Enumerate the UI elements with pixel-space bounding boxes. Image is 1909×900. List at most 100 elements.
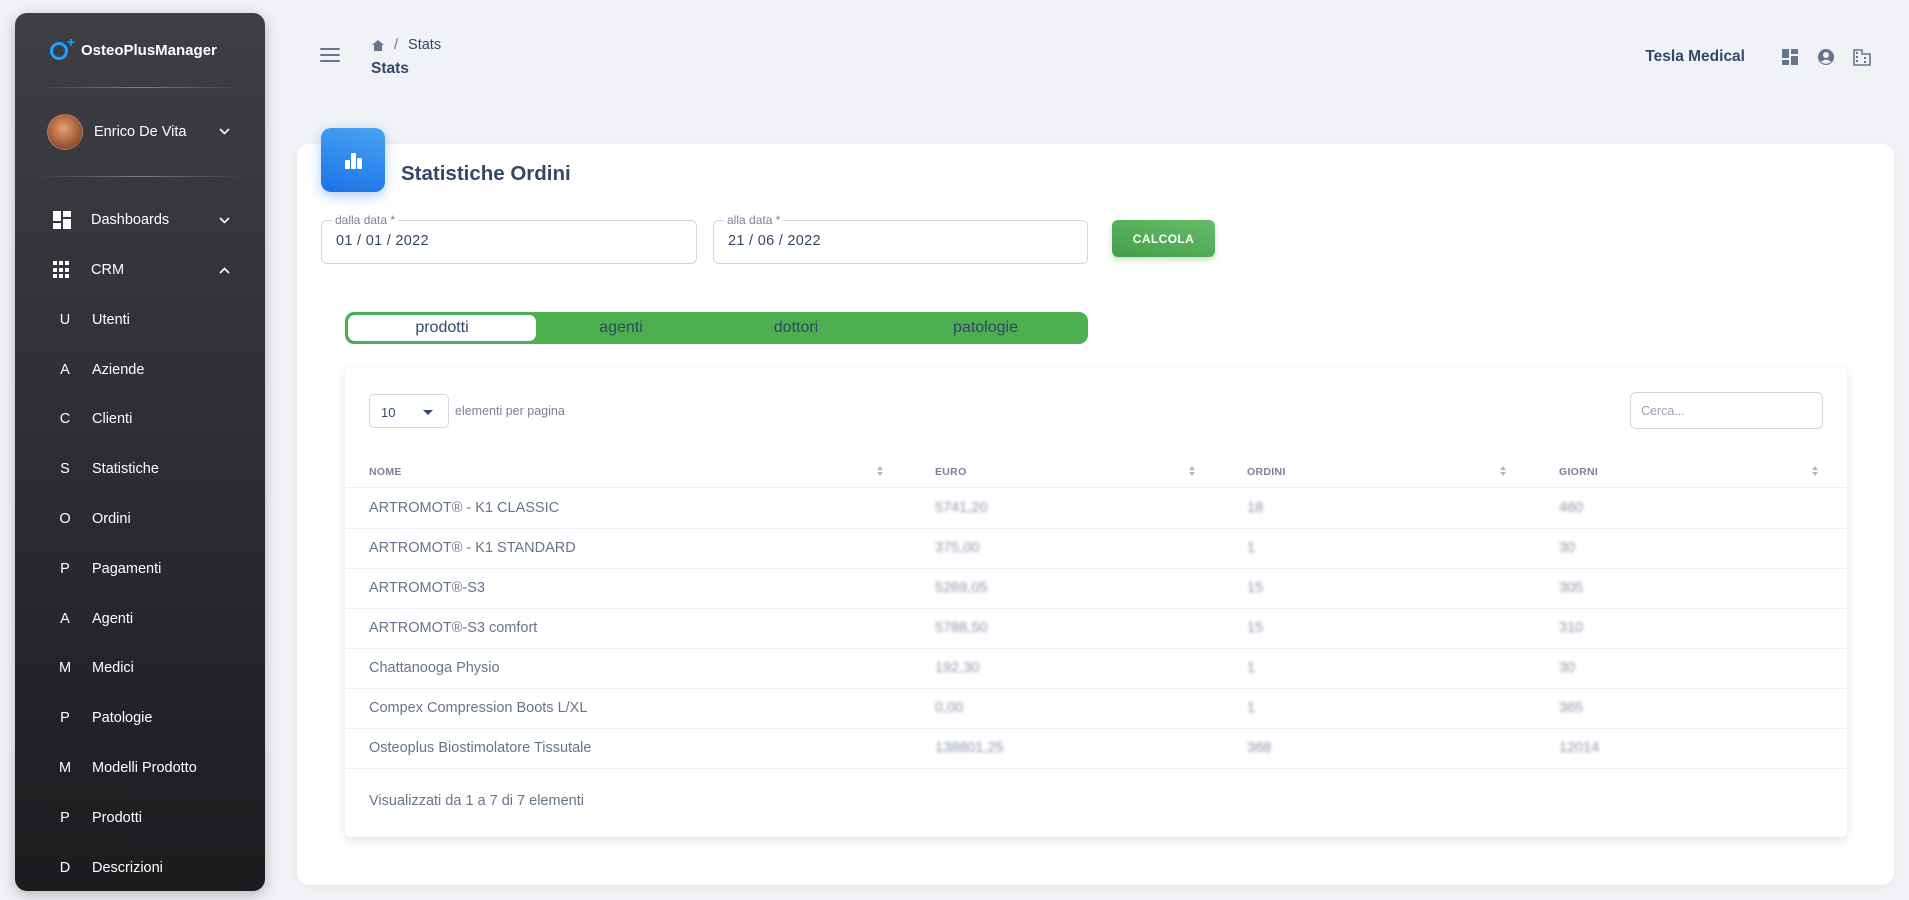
table-row[interactable]: ARTROMOT®-S3 comfort 5788,50 15 310 [345,609,1847,649]
table-row[interactable]: Osteoplus Biostimolatore Tissutale 138801… [345,729,1847,769]
sidebar-item-aziende[interactable]: A Aziende [15,345,265,395]
chevron-down-icon [219,126,230,138]
company-name: Tesla Medical [1645,48,1745,65]
sort-icon[interactable] [1811,466,1819,476]
sidebar-item-pagamenti[interactable]: P Pagamenti [15,544,265,594]
cell-euro: 5788,50 [935,620,988,636]
brand-logo-icon: + [49,34,75,62]
cell-nome: Osteoplus Biostimolatore Tissutale [369,740,592,756]
table-row[interactable]: ARTROMOT®-S3 5269,05 15 305 [345,569,1847,609]
sidebar-item-medici[interactable]: M Medici [15,644,265,694]
nav-dashboards[interactable]: Dashboards [15,195,265,245]
table-row[interactable]: Compex Compression Boots L/XL 0,00 1 365 [345,689,1847,729]
sort-icon[interactable] [876,466,884,476]
page-title: Stats [371,60,409,77]
cell-ordini: 1 [1247,540,1256,556]
column-header-giorni[interactable]: GIORNI [1559,466,1598,478]
cell-ordini: 368 [1247,740,1272,756]
sidebar-item-label: Pagamenti [92,560,162,577]
cell-giorni: 12014 [1559,740,1600,756]
sidebar-item-utenti[interactable]: U Utenti [15,295,265,345]
per-page-select[interactable]: 10 [369,394,449,428]
per-page-label: elementi per pagina [455,404,565,418]
cell-ordini: 1 [1247,660,1256,676]
account-circle-icon[interactable] [1817,48,1835,66]
sidebar-item-label: Ordini [92,511,131,528]
to-date-value: 21 / 06 / 2022 [728,233,821,249]
sidebar-item-letter: C [59,411,71,428]
cell-nome: ARTROMOT®-S3 comfort [369,620,538,636]
cell-giorni: 365 [1559,700,1584,716]
sidebar-item-label: Aziende [92,361,145,378]
sidebar-item-prodotti[interactable]: P Prodotti [15,793,265,843]
to-date-label: alla data * [724,213,784,227]
sidebar-item-label: Clienti [92,411,133,428]
nav-crm[interactable]: CRM [15,245,265,295]
from-date-field[interactable]: dalla data * 01 / 01 / 2022 [321,213,697,264]
sidebar-item-letter: O [59,511,71,528]
cell-giorni: 310 [1559,620,1584,636]
sidebar-item-letter: A [60,361,70,378]
search-input[interactable] [1630,392,1823,429]
sidebar-item-letter: P [60,560,70,577]
user-menu[interactable]: Enrico De Vita [15,88,265,176]
sidebar-item-letter: D [59,859,71,876]
sidebar-item-ordini[interactable]: O Ordini [15,494,265,544]
table-row[interactable]: ARTROMOT® - K1 CLASSIC 5741,20 18 460 [345,489,1847,529]
tab-dottori[interactable]: dottori [706,315,886,341]
column-header-nome[interactable]: NOME [369,466,402,478]
data-table-card: 10 elementi per pagina NOME EURO ORDINI … [345,368,1847,837]
sort-icon[interactable] [1188,466,1196,476]
cell-euro: 5741,20 [935,500,988,516]
cell-euro: 5269,05 [935,580,988,596]
cell-euro: 192,30 [935,660,980,676]
home-icon[interactable] [372,39,384,51]
top-right-actions: Tesla Medical [1645,48,1871,66]
brand[interactable]: + OsteoPlusManager [15,13,265,87]
cell-giorni: 30 [1559,540,1576,556]
cell-nome: ARTROMOT®-S3 [369,580,485,596]
sidebar-item-label: Utenti [92,311,130,328]
nav-label: Dashboards [91,212,170,228]
sidebar-item-descrizioni[interactable]: D Descrizioni [15,843,265,891]
cell-ordini: 15 [1247,620,1264,636]
column-header-ordini[interactable]: ORDINI [1247,466,1286,478]
sort-icon[interactable] [1499,466,1507,476]
column-header-euro[interactable]: EURO [935,466,967,478]
nav-label: CRM [91,262,125,278]
table-header: NOME EURO ORDINI GIORNI [345,454,1847,488]
cell-nome: Compex Compression Boots L/XL [369,700,588,716]
avatar [47,114,83,150]
tab-agenti[interactable]: agenti [536,315,706,341]
sidebar-item-statistiche[interactable]: S Statistiche [15,444,265,494]
sidebar-item-agenti[interactable]: A Agenti [15,594,265,644]
tab-patologie[interactable]: patologie [886,315,1085,341]
caret-down-icon [423,410,433,415]
business-icon[interactable] [1853,48,1871,66]
sidebar-item-letter: P [60,809,70,826]
cell-euro: 138801,25 [935,740,1004,756]
breadcrumb-separator: / [394,37,399,53]
sidebar-item-clienti[interactable]: C Clienti [15,395,265,445]
cell-giorni: 305 [1559,580,1584,596]
tab-bar: prodotti agenti dottori patologie [345,312,1088,344]
table-footer-info: Visualizzati da 1 a 7 di 7 elementi [369,793,584,809]
sidebar-item-label: Modelli Prodotto [92,760,197,777]
dashboard-icon[interactable] [1781,48,1799,66]
calculate-button[interactable]: CALCOLA [1112,220,1215,257]
sidebar: + OsteoPlusManager Enrico De Vita Dashbo… [15,13,265,891]
cell-giorni: 460 [1559,500,1584,516]
sidebar-item-modelli-prodotto[interactable]: M Modelli Prodotto [15,743,265,793]
table-row[interactable]: ARTROMOT® - K1 STANDARD 375,00 1 30 [345,529,1847,569]
menu-toggle-icon[interactable] [320,48,340,62]
sidebar-item-letter: P [60,710,70,727]
to-date-field[interactable]: alla data * 21 / 06 / 2022 [713,213,1088,264]
sidebar-item-letter: M [58,660,72,677]
cell-ordini: 1 [1247,700,1256,716]
cell-euro: 375,00 [935,540,980,556]
sidebar-item-label: Agenti [92,610,134,627]
sidebar-item-patologie[interactable]: P Patologie [15,693,265,743]
cell-ordini: 18 [1247,500,1264,516]
tab-prodotti[interactable]: prodotti [348,315,536,341]
table-row[interactable]: Chattanooga Physio 192,30 1 30 [345,649,1847,689]
